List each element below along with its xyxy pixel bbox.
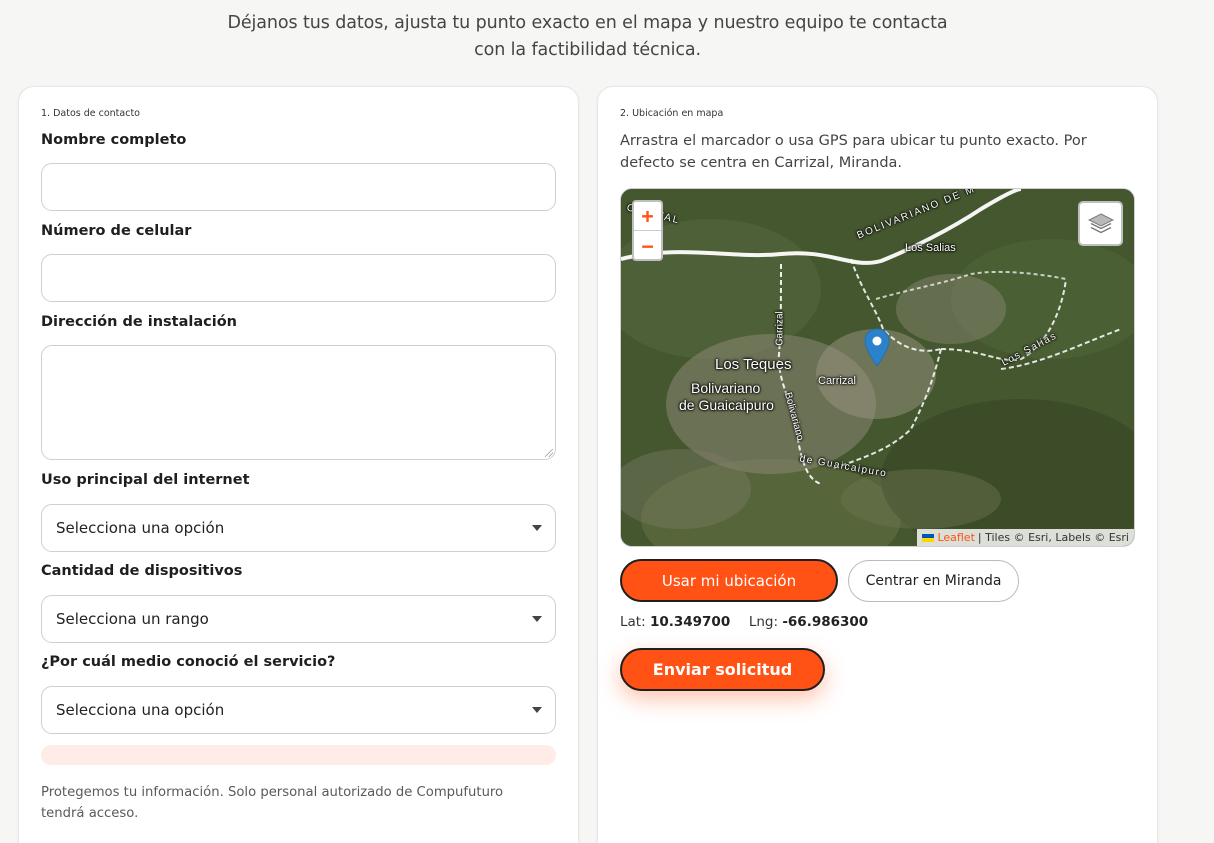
chevron-down-icon xyxy=(532,525,542,531)
name-label: Nombre completo xyxy=(41,132,187,148)
map-marker-icon[interactable] xyxy=(864,328,890,368)
devices-label: Cantidad de dispositivos xyxy=(41,563,243,579)
resize-handle[interactable] xyxy=(545,449,553,457)
location-card: 2. Ubicación en mapa Arrastra el marcado… xyxy=(597,86,1158,843)
status-message-bar xyxy=(41,745,556,765)
usage-selected-value: Selecciona una opción xyxy=(56,519,225,537)
source-selected-value: Selecciona una opción xyxy=(56,701,225,719)
location-map[interactable]: CAPITAL BOLIVARIANO DE M Los Salias Carr… xyxy=(620,188,1135,547)
chevron-down-icon xyxy=(532,707,542,713)
map-label-los-salias: Los Salias xyxy=(905,242,956,254)
map-attribution: Leaflet | Tiles © Esri, Labels © Esri xyxy=(917,529,1134,546)
map-description-line-2: defecto se centra en Carrizal, Miranda. xyxy=(620,155,903,171)
map-label-bolivariano: Bolivariano xyxy=(691,380,761,396)
contact-step-label: 1. Datos de contacto xyxy=(41,108,140,119)
layers-icon xyxy=(1087,212,1114,233)
devices-select[interactable]: Selecciona un rango xyxy=(41,595,556,643)
source-select[interactable]: Selecciona una opción xyxy=(41,686,556,734)
usage-select[interactable]: Selecciona una opción xyxy=(41,504,556,552)
zoom-in-button[interactable]: + xyxy=(634,202,661,231)
attribution-text: | Tiles © Esri, Labels © Esri xyxy=(977,531,1129,544)
map-description: Arrastra el marcador o usa GPS para ubic… xyxy=(620,130,1140,174)
map-description-line-1: Arrastra el marcador o usa GPS para ubic… xyxy=(620,133,1087,149)
map-label-carrizal-road: Carrizal xyxy=(774,311,786,346)
source-label: ¿Por cuál medio conoció el servicio? xyxy=(41,654,336,670)
lng-value: -66.986300 xyxy=(782,614,869,630)
map-label-de-guaicaipuro: de Guaicaipuro xyxy=(679,397,774,413)
phone-input[interactable] xyxy=(41,254,556,302)
map-label-los-teques: Los Teques xyxy=(715,356,792,373)
devices-selected-value: Selecciona un rango xyxy=(56,610,209,628)
lng-label: Lng: xyxy=(748,614,779,630)
submit-request-button[interactable]: Enviar solicitud xyxy=(620,648,825,691)
intro-line-1: Déjanos tus datos, ajusta tu punto exact… xyxy=(227,13,948,33)
privacy-note: Protegemos tu información. Solo personal… xyxy=(41,782,561,824)
address-textarea[interactable] xyxy=(41,345,556,460)
chevron-down-icon xyxy=(532,616,542,622)
name-input[interactable] xyxy=(41,163,556,211)
center-miranda-button[interactable]: Centrar en Miranda xyxy=(848,560,1019,602)
privacy-line-2: tendrá acceso. xyxy=(41,806,139,821)
lat-label: Lat: xyxy=(620,614,646,630)
zoom-control: + − xyxy=(632,200,663,261)
intro-line-2: con la factibilidad técnica. xyxy=(474,40,701,60)
coordinates-readout: Lat: 10.349700 Lng: -66.986300 xyxy=(620,614,868,630)
privacy-line-1: Protegemos tu información. Solo personal… xyxy=(41,785,504,800)
ukraine-flag-icon xyxy=(922,533,935,542)
leaflet-link[interactable]: Leaflet xyxy=(937,531,974,544)
zoom-out-button[interactable]: − xyxy=(634,231,661,259)
usage-label: Uso principal del internet xyxy=(41,472,250,488)
intro-text: Déjanos tus datos, ajusta tu punto exact… xyxy=(0,10,1175,64)
location-step-label: 2. Ubicación en mapa xyxy=(620,108,724,119)
contact-card: 1. Datos de contacto Nombre completo Núm… xyxy=(18,86,579,843)
lat-value: 10.349700 xyxy=(649,614,731,630)
address-label: Dirección de instalación xyxy=(41,314,237,330)
map-label-carrizal: Carrizal xyxy=(818,375,856,387)
layers-button[interactable] xyxy=(1078,201,1123,246)
phone-label: Número de celular xyxy=(41,223,192,239)
use-my-location-button[interactable]: Usar mi ubicación xyxy=(620,559,838,602)
